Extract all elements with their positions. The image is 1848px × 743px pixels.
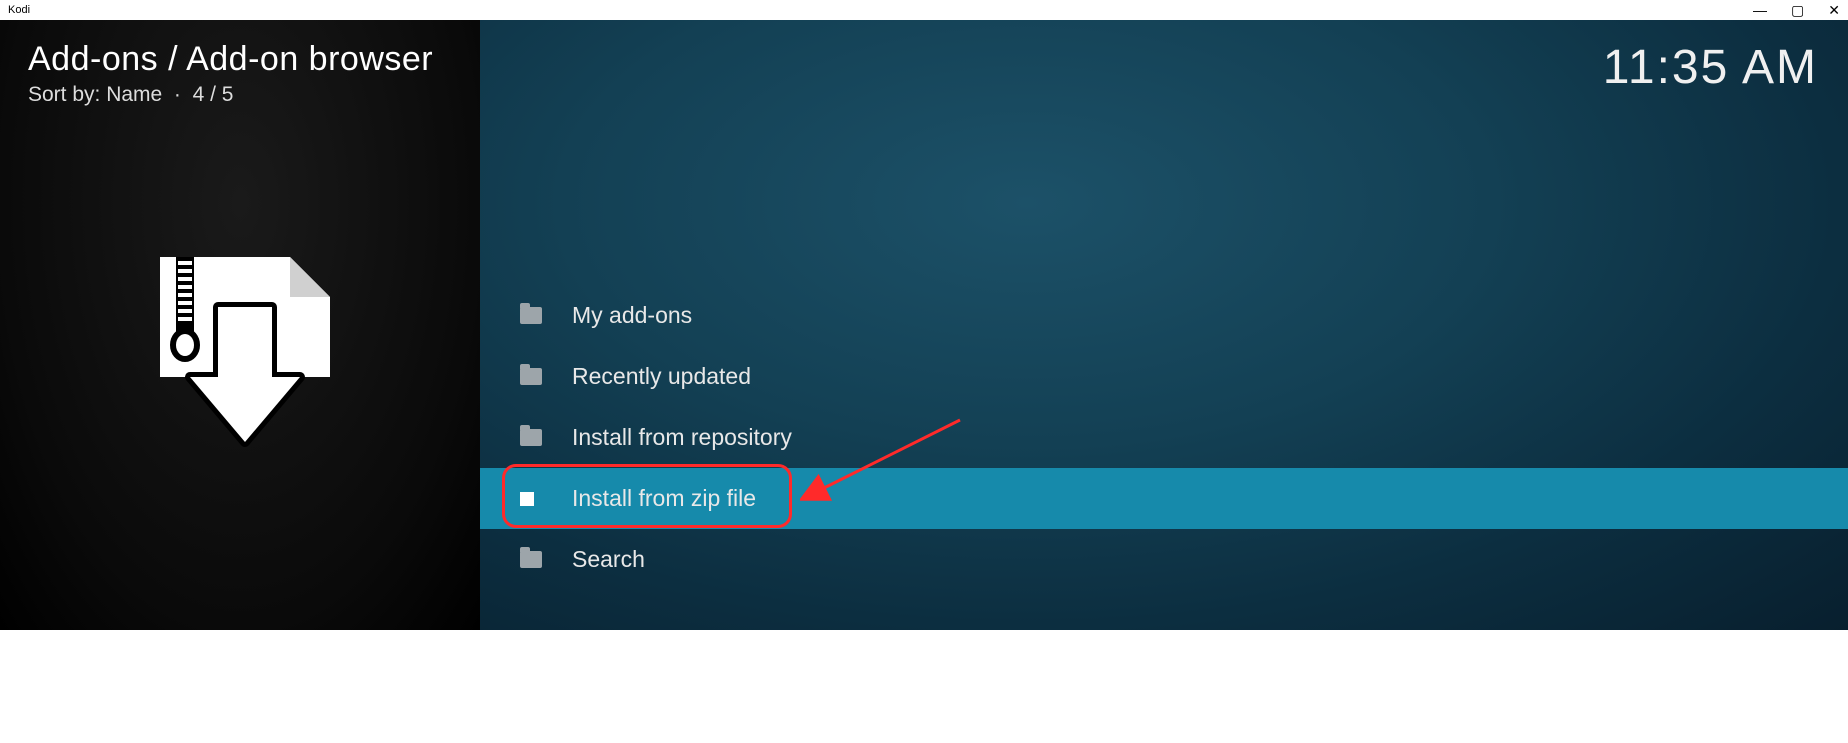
menu-item-label: Search [572, 546, 645, 573]
blank-area [0, 630, 1848, 743]
main-panel: 11:35 AM My add-ons Recently updated Ins… [480, 20, 1848, 630]
menu-item-label: Install from repository [572, 424, 792, 451]
maximize-button[interactable]: ▢ [1791, 3, 1804, 17]
menu-item-label: Install from zip file [572, 485, 756, 512]
folder-icon [520, 429, 572, 446]
menu-item-install-from-zip-file[interactable]: Install from zip file [480, 468, 1848, 529]
breadcrumb: Add-ons / Add-on browser [28, 40, 452, 79]
app-root: Add-ons / Add-on browser Sort by: Name ·… [0, 20, 1848, 630]
window-title: Kodi [8, 4, 1753, 16]
menu-item-recently-updated[interactable]: Recently updated [480, 346, 1848, 407]
window-controls: — ▢ ✕ [1753, 3, 1840, 17]
clock: 11:35 AM [1603, 40, 1818, 95]
sidebar: Add-ons / Add-on browser Sort by: Name ·… [0, 20, 480, 630]
sort-separator: · [168, 83, 193, 106]
folder-icon [520, 551, 572, 568]
menu-item-label: My add-ons [572, 302, 692, 329]
sort-value: Name [106, 83, 162, 106]
window-titlebar: Kodi — ▢ ✕ [0, 0, 1848, 20]
sort-line: Sort by: Name · 4 / 5 [28, 83, 452, 107]
file-icon [520, 492, 572, 506]
menu-item-label: Recently updated [572, 363, 751, 390]
menu-item-search[interactable]: Search [480, 529, 1848, 590]
close-button[interactable]: ✕ [1828, 3, 1840, 17]
folder-icon [520, 307, 572, 324]
menu-item-install-from-repository[interactable]: Install from repository [480, 407, 1848, 468]
menu-list: My add-ons Recently updated Install from… [480, 285, 1848, 590]
context-icon-wrap [28, 247, 452, 447]
folder-icon [520, 368, 572, 385]
zip-download-icon [140, 247, 340, 447]
minimize-button[interactable]: — [1753, 3, 1767, 17]
sort-prefix: Sort by: [28, 83, 106, 106]
item-counter: 4 / 5 [193, 83, 234, 106]
menu-item-my-addons[interactable]: My add-ons [480, 285, 1848, 346]
